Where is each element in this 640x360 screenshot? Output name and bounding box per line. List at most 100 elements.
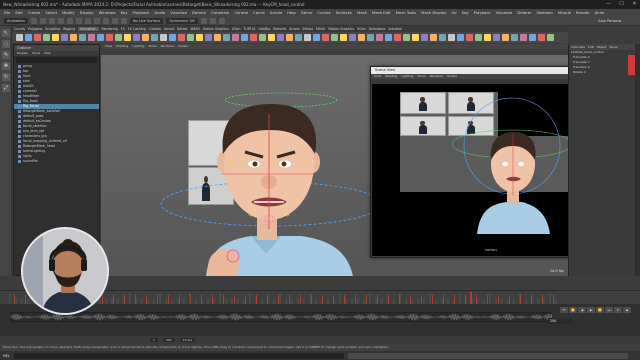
- menu-set-dropdown[interactable]: Animation: [4, 17, 28, 24]
- shelf-tool-icon[interactable]: [340, 34, 347, 41]
- outliner-menu-item[interactable]: Help: [44, 51, 51, 56]
- menu-item[interactable]: Deform: [192, 10, 206, 15]
- shelf-tool-icon[interactable]: [124, 34, 131, 41]
- scene-view-menu-item[interactable]: Panels: [447, 74, 457, 79]
- shelf-tool-icon[interactable]: [547, 34, 554, 41]
- move-tool-icon[interactable]: ✥: [2, 62, 10, 70]
- menu-item[interactable]: Muscle: [558, 10, 571, 15]
- menu-item[interactable]: Playback: [133, 10, 150, 15]
- channel-box-tab[interactable]: Show: [609, 44, 617, 50]
- range-slider[interactable]: [0, 304, 640, 336]
- shelf-tool-icon[interactable]: [277, 34, 284, 41]
- shelf-tool-icon[interactable]: [205, 34, 212, 41]
- shelf-tool-icon[interactable]: [241, 34, 248, 41]
- menu-item[interactable]: UV: [451, 10, 456, 15]
- shelf-tab[interactable]: Arnold: [289, 27, 299, 31]
- shelf-tool-icon[interactable]: [367, 34, 374, 41]
- loop-icon[interactable]: ↻: [614, 307, 622, 313]
- select-component-icon[interactable]: [93, 17, 100, 24]
- go-to-end-icon[interactable]: ⏭: [605, 307, 613, 313]
- user-account[interactable]: Alan Persona: [595, 18, 624, 24]
- shelf-tool-icon[interactable]: [493, 34, 500, 41]
- shelf-tool-icon[interactable]: [79, 34, 86, 41]
- render-settings-icon[interactable]: [218, 17, 225, 24]
- shelf-tool-icon[interactable]: [115, 34, 122, 41]
- shelf-tool-icon[interactable]: [250, 34, 257, 41]
- outliner-menu-item[interactable]: Show: [32, 51, 40, 56]
- symmetry-dropdown[interactable]: Symmetry: Off: [166, 17, 198, 24]
- end-frame-field[interactable]: 465: [162, 338, 175, 342]
- menu-item[interactable]: Control: [234, 10, 248, 15]
- outliner-item[interactable]: soundfile: [14, 159, 99, 164]
- shelf-tool-icon[interactable]: [160, 34, 167, 41]
- menu-item[interactable]: Visualize: [496, 10, 513, 15]
- shelf-tab[interactable]: XGen: [357, 27, 366, 31]
- shelf-tool-icon[interactable]: [304, 34, 311, 41]
- scene-view-menu-item[interactable]: Renderer: [430, 74, 444, 79]
- lasso-tool-icon[interactable]: ◌: [2, 40, 10, 48]
- menu-item[interactable]: Edit: [15, 10, 22, 15]
- select-object-icon[interactable]: [84, 17, 91, 24]
- menu-item[interactable]: Arnold: [270, 10, 282, 15]
- menu-item[interactable]: Help: [287, 10, 296, 15]
- shelf-tool-icon[interactable]: [88, 34, 95, 41]
- shelf-tool-icon[interactable]: [97, 34, 104, 41]
- attribute-editor-tab[interactable]: [635, 44, 640, 276]
- shelf-tool-icon[interactable]: [106, 34, 113, 41]
- shelf-tool-icon[interactable]: [358, 34, 365, 41]
- shelf-tool-icon[interactable]: [70, 34, 77, 41]
- shelf-tab[interactable]: FX Caching: [128, 27, 146, 31]
- shelf-tool-icon[interactable]: [196, 34, 203, 41]
- menu-item[interactable]: Constrain: [211, 10, 229, 15]
- menu-item[interactable]: Audio: [154, 10, 165, 15]
- scene-view-menu-item[interactable]: Shading: [385, 74, 397, 79]
- menu-item[interactable]: Playback: [474, 10, 491, 15]
- menu-item[interactable]: Surfaces: [336, 10, 352, 15]
- shelf-tab[interactable]: Redshift: [273, 27, 286, 31]
- shelf-tool-icon[interactable]: [268, 34, 275, 41]
- shelf-tool-icon[interactable]: [376, 34, 383, 41]
- shelf-tool-icon[interactable]: [286, 34, 293, 41]
- live-surface-field[interactable]: No Live Surface: [129, 17, 164, 24]
- snap-curve-icon[interactable]: [111, 17, 118, 24]
- shelf-tool-icon[interactable]: [538, 34, 545, 41]
- select-tool-icon[interactable]: ↖: [2, 29, 10, 37]
- menu-item[interactable]: Modify: [62, 10, 75, 15]
- shelf-tab[interactable]: XGen: [232, 27, 241, 31]
- shelf-tool-icon[interactable]: [223, 34, 230, 41]
- redo-icon[interactable]: [66, 17, 73, 24]
- save-scene-icon[interactable]: [48, 17, 55, 24]
- shelf-tool-icon[interactable]: [385, 34, 392, 41]
- shelf-tool-icon[interactable]: [430, 34, 437, 41]
- shelf-tab[interactable]: TURTLE: [243, 27, 255, 31]
- shelf-tool-icon[interactable]: [448, 34, 455, 41]
- shelf-tab[interactable]: MASH: [191, 27, 200, 31]
- shelf-tab[interactable]: Sculpting: [45, 27, 60, 31]
- shelf-tab[interactable]: Motion Graphics: [328, 27, 354, 31]
- menu-item[interactable]: Create: [28, 10, 41, 15]
- shelf-tool-icon[interactable]: [61, 34, 68, 41]
- menu-item[interactable]: Anim: [595, 10, 605, 15]
- maximize-button[interactable]: ☐: [618, 1, 625, 8]
- shelf-tool-icon[interactable]: [232, 34, 239, 41]
- shelf-tab[interactable]: Hat/Bip: [258, 27, 270, 31]
- open-scene-icon[interactable]: [39, 17, 46, 24]
- scale-tool-icon[interactable]: ⤢: [2, 84, 10, 92]
- shelf-tool-icon[interactable]: [331, 34, 338, 41]
- select-hierarchy-icon[interactable]: [75, 17, 82, 24]
- menu-item[interactable]: Render: [576, 10, 590, 15]
- shelf-tab[interactable]: Bifrost: [303, 27, 313, 31]
- shelf-tool-icon[interactable]: [520, 34, 527, 41]
- keyframe-icon[interactable]: ◆: [623, 307, 631, 313]
- fps-dropdown[interactable]: 24 fps: [179, 338, 195, 342]
- menu-item[interactable]: Mesh Display: [421, 10, 446, 15]
- outliner-search-input[interactable]: [16, 57, 97, 63]
- shelf-tool-icon[interactable]: [169, 34, 176, 41]
- scene-view-menu-item[interactable]: Lighting: [401, 74, 413, 79]
- shelf-tool-icon[interactable]: [259, 34, 266, 41]
- shelf-tool-icon[interactable]: [511, 34, 518, 41]
- step-back-icon[interactable]: ⏪: [569, 307, 577, 313]
- close-button[interactable]: ✕: [631, 1, 638, 8]
- rotate-tool-icon[interactable]: ↻: [2, 73, 10, 81]
- step-forward-icon[interactable]: ⏩: [596, 307, 604, 313]
